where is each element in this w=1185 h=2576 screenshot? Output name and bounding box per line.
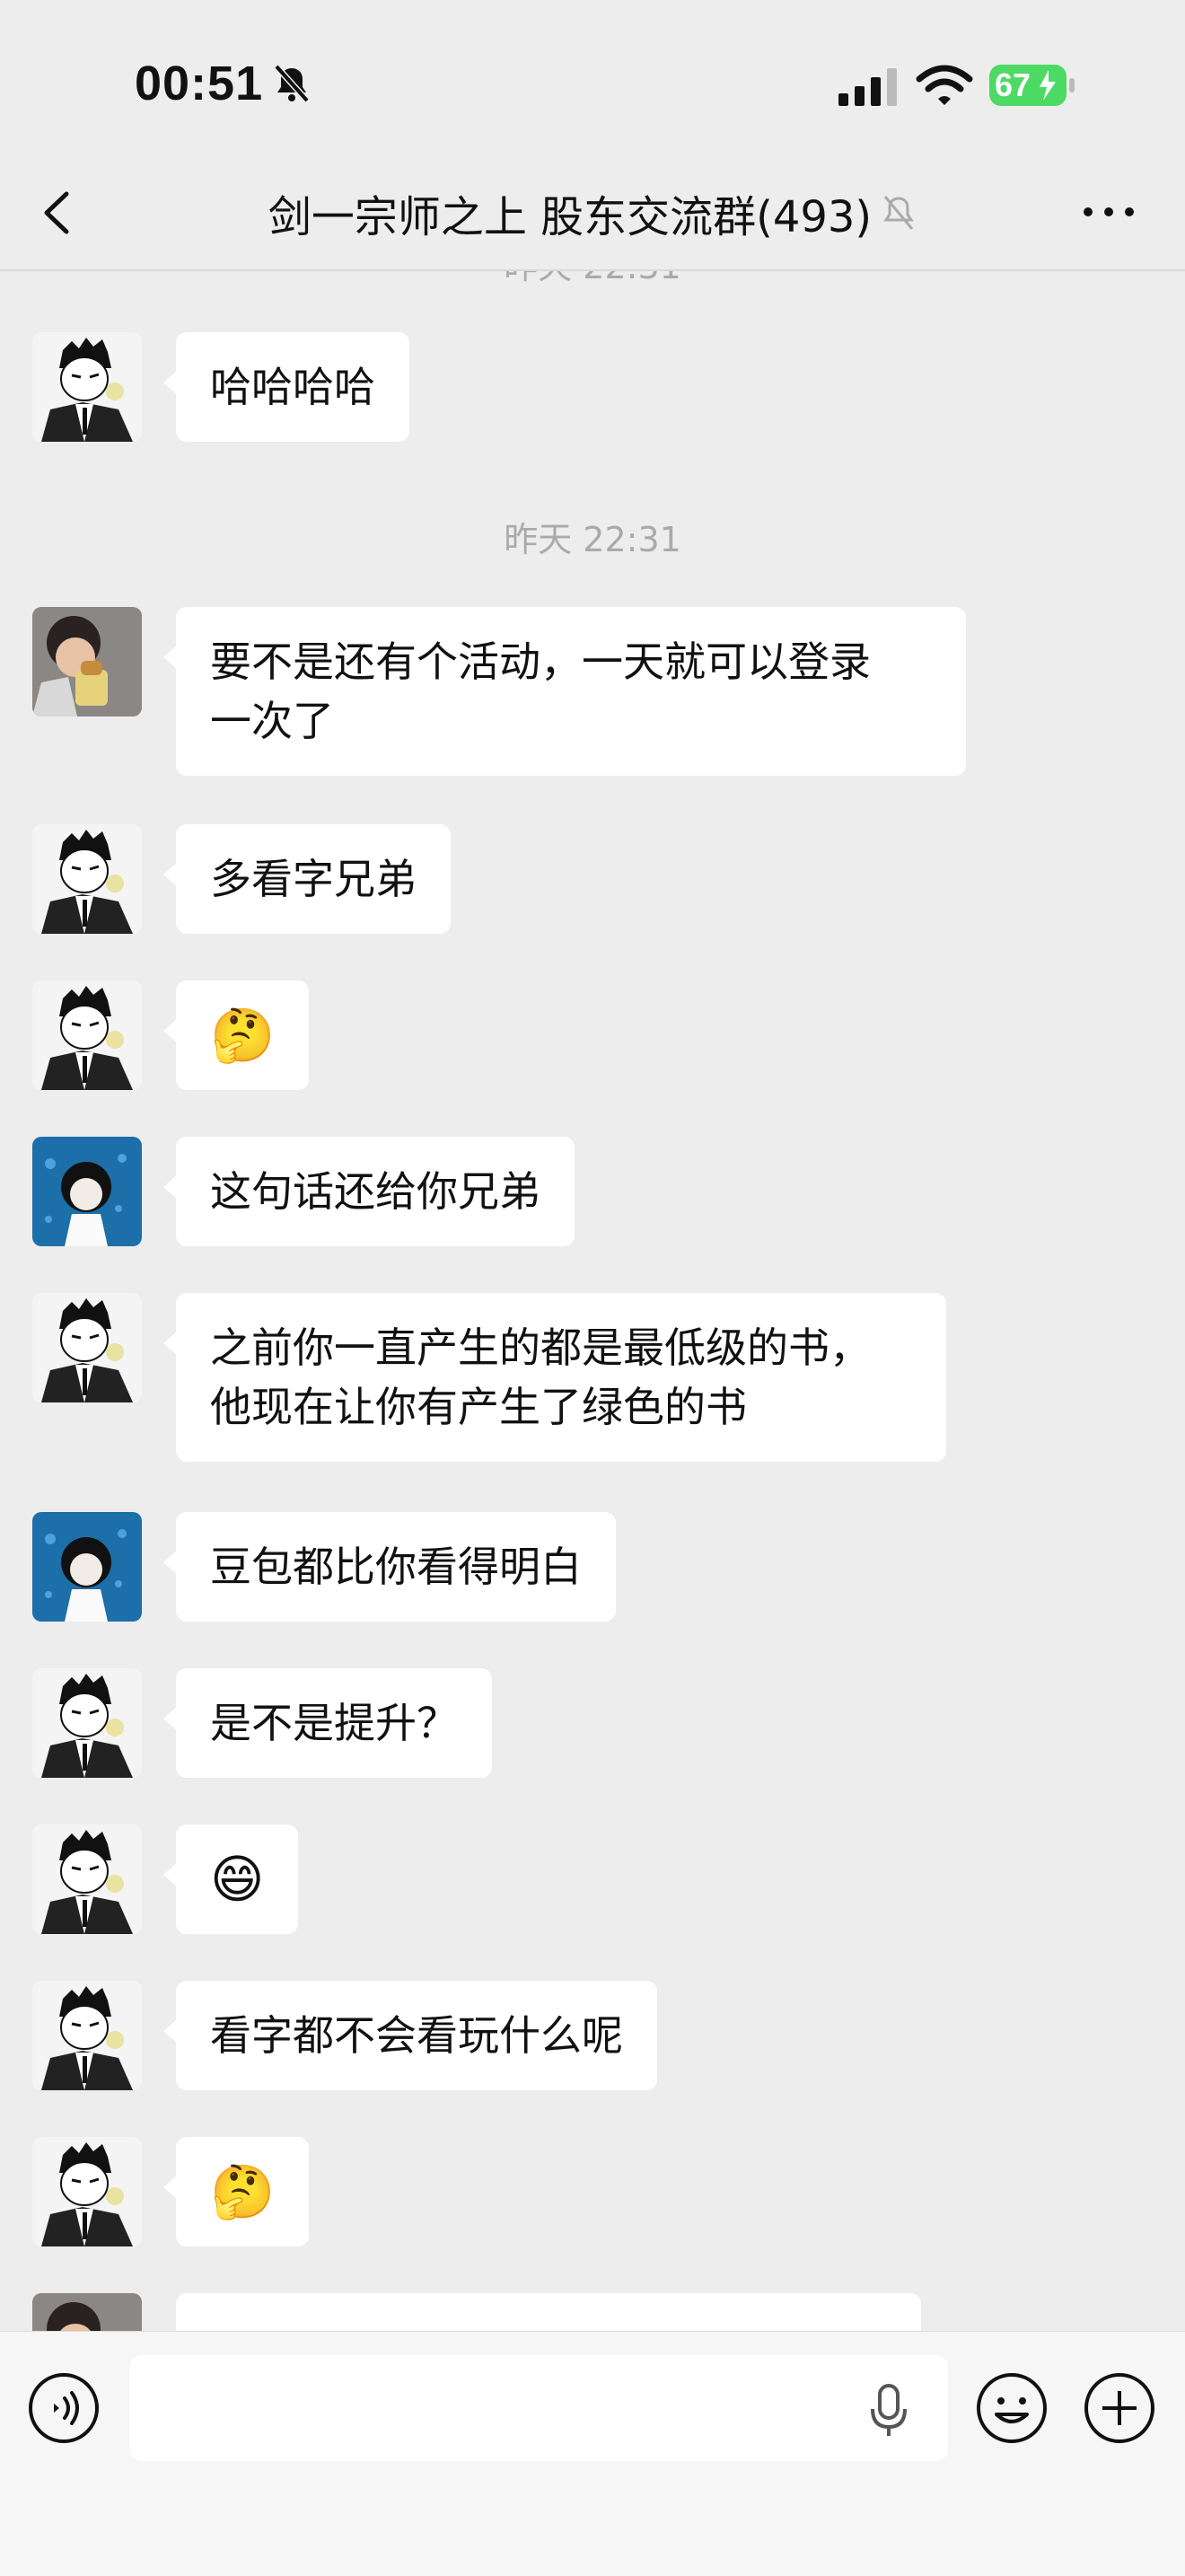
status-bar: 00:51 67 — [0, 0, 1185, 162]
chat-header: 剑一宗师之上 股东交流群(493) — [0, 162, 1185, 271]
message-bubble[interactable]: 😄 — [162, 1824, 299, 1934]
message-bubble[interactable]: 🤔 — [162, 2137, 310, 2246]
avatar[interactable] — [32, 1293, 142, 1402]
message-text: 多看字兄弟 — [210, 855, 417, 903]
message-bubble[interactable]: 要不是还有个活动，一天就可以登录 一次了 — [163, 607, 966, 776]
avatar-suit-man-image — [32, 1824, 142, 1934]
message-text-line: 之前你一直产生的都是最低级的书， — [210, 1323, 871, 1372]
avatar-child-image — [32, 2293, 142, 2331]
avatar-suit-man-image — [32, 824, 142, 934]
avatar[interactable] — [32, 1824, 142, 1934]
message-text-line: 他现在让你有产生了绿色的书 — [210, 1383, 747, 1431]
message-text: 这句话还给你兄弟 — [210, 1167, 540, 1216]
bell-off-icon — [274, 64, 310, 103]
avatar[interactable] — [32, 824, 142, 934]
timestamp: 昨天 22:31 — [504, 520, 681, 559]
avatar[interactable] — [32, 2137, 142, 2246]
message-emoji: 🤔 — [210, 1005, 276, 1066]
message-bubble[interactable]: 🤔 — [162, 980, 310, 1090]
avatar[interactable] — [32, 980, 142, 1090]
avatar[interactable] — [32, 1668, 142, 1778]
chat-title: 剑一宗师之上 股东交流群(493) — [268, 192, 873, 242]
message-bubble[interactable]: 之前你一直产生的都是最低级的书， 他现在让你有产生了绿色的书 — [163, 1293, 946, 1462]
avatar-child-image — [32, 607, 142, 717]
avatar[interactable] — [32, 607, 142, 717]
more-options-icon[interactable] — [1077, 194, 1140, 230]
message-emoji: 😄 — [210, 1849, 265, 1910]
message-bubble[interactable]: 看字都不会看玩什么呢 — [163, 1981, 657, 2090]
avatar-suit-man-image — [32, 1981, 142, 2090]
message-text: 看字都不会看玩什么呢 — [210, 2011, 623, 2060]
avatar[interactable] — [32, 2293, 142, 2331]
message-text: 豆包都比你看得明白 — [210, 1543, 582, 1591]
message-bubble[interactable]: 这句话还给你兄弟 — [163, 1137, 575, 1246]
message-bubble[interactable]: 是不是提升？ — [163, 1668, 492, 1778]
avatar-suit-man-image — [32, 980, 142, 1090]
message-text-line: 要不是还有个活动，一天就可以登录 — [210, 637, 871, 686]
message-bubble[interactable]: 多看字兄弟 — [163, 824, 451, 934]
battery-indicator: 67 — [989, 63, 1075, 108]
cellular-signal-icon — [838, 68, 897, 106]
status-time: 00:51 — [135, 57, 264, 110]
avatar-anime-aquarium-image — [32, 1137, 142, 1246]
battery-level: 67 — [995, 66, 1031, 103]
message-emoji: 🤔 — [210, 2161, 276, 2222]
message-bubble[interactable]: 豆包都比你看得明白 — [163, 1512, 616, 1622]
voice-input-icon[interactable] — [27, 2371, 101, 2445]
message-text: 是不是提升？ — [210, 1699, 458, 1747]
avatar-suit-man-image — [32, 1293, 142, 1402]
chat-title-container: 剑一宗师之上 股东交流群(493) — [0, 181, 1185, 244]
composer-bar — [0, 2331, 1185, 2576]
microphone-icon[interactable] — [862, 2382, 916, 2440]
plus-icon[interactable] — [1083, 2371, 1156, 2445]
emoji-icon[interactable] — [975, 2371, 1049, 2445]
avatar-suit-man-image — [32, 332, 142, 442]
avatar[interactable] — [32, 1981, 142, 2090]
message-text-line: 一次了 — [210, 697, 334, 745]
message-list[interactable]: 昨天 22:31 哈哈哈哈 昨天 22:31 — [0, 269, 1185, 2331]
avatar-suit-man-image — [32, 1668, 142, 1778]
message-bubble[interactable] — [176, 2293, 921, 2331]
avatar[interactable] — [32, 332, 142, 442]
avatar-anime-aquarium-image — [32, 1512, 142, 1622]
wifi-icon — [916, 65, 973, 105]
avatar-suit-man-image — [32, 2137, 142, 2246]
avatar[interactable] — [32, 1137, 142, 1246]
message-input[interactable] — [129, 2355, 948, 2461]
message-bubble[interactable]: 哈哈哈哈 — [163, 332, 409, 442]
avatar[interactable] — [32, 1512, 142, 1622]
timestamp: 昨天 22:31 — [0, 269, 1185, 288]
message-text: 哈哈哈哈 — [210, 363, 375, 411]
muted-bell-icon — [883, 196, 914, 230]
